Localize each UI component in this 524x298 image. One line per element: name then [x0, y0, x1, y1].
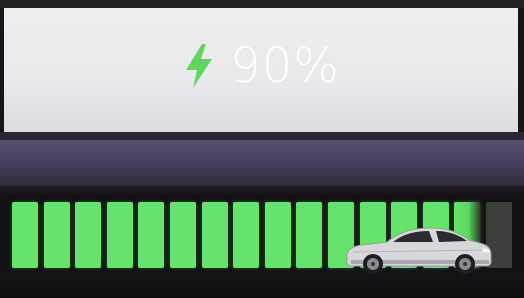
battery-segment	[170, 202, 196, 268]
dash-shadow	[0, 186, 524, 196]
car-icon	[346, 227, 492, 274]
charge-percent: 90%	[230, 38, 340, 94]
floor-shadow	[0, 272, 524, 298]
battery-segment	[296, 202, 323, 268]
battery-segment	[233, 202, 260, 268]
battery-segment	[138, 202, 165, 268]
battery-segment	[106, 202, 133, 268]
lightning-bolt-icon	[186, 44, 213, 88]
battery-segment	[12, 202, 38, 268]
vehicle-charging-display: 90%	[0, 0, 524, 298]
battery-segment	[43, 202, 70, 268]
battery-segment	[201, 202, 228, 268]
top-bezel	[0, 0, 524, 8]
charge-status-screen: 90%	[4, 8, 518, 132]
dashboard-trim	[0, 140, 524, 190]
battery-segment	[75, 202, 102, 268]
battery-segment	[264, 202, 291, 268]
